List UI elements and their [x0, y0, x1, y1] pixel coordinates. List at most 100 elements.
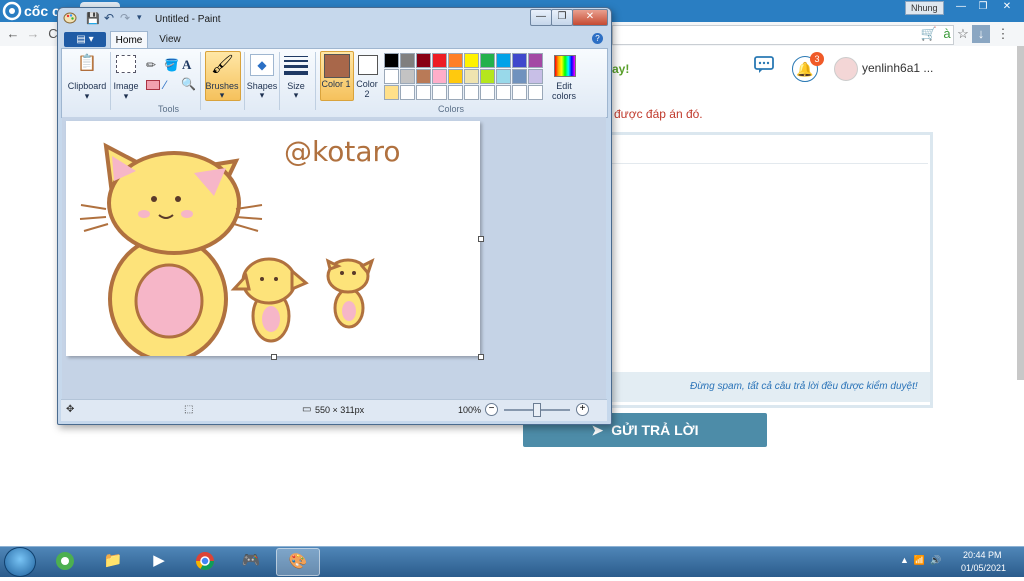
zoom-out-button[interactable]: −	[485, 403, 498, 416]
taskbar-chrome-icon[interactable]	[184, 548, 226, 574]
pencil-icon[interactable]: ✏	[146, 58, 156, 72]
avatar[interactable]	[834, 57, 858, 81]
edit-colors-button[interactable]: Edit colors	[546, 81, 582, 101]
size-icon[interactable]	[284, 56, 308, 75]
save-icon[interactable]: 💾	[86, 12, 100, 25]
close-button[interactable]: ✕	[996, 0, 1018, 14]
palette-color[interactable]	[400, 53, 415, 68]
star-icon[interactable]: ☆	[954, 25, 972, 43]
color-picker-icon[interactable]: ⁄	[164, 78, 166, 92]
palette-color[interactable]	[400, 85, 415, 100]
palette-color[interactable]	[400, 69, 415, 84]
back-icon[interactable]: ←	[4, 25, 22, 43]
zoom-slider-thumb[interactable]	[533, 403, 541, 417]
edit-colors-icon[interactable]	[554, 55, 576, 77]
palette-color[interactable]	[480, 85, 495, 100]
resize-handle-right[interactable]	[478, 236, 484, 242]
taskbar-explorer-icon[interactable]: 📁	[92, 548, 134, 574]
palette-color[interactable]	[432, 85, 447, 100]
palette-color[interactable]	[480, 69, 495, 84]
resize-handle-bottom[interactable]	[271, 354, 277, 360]
paint-minimize-button[interactable]: —	[530, 9, 552, 26]
tab-view[interactable]: View	[152, 31, 188, 48]
palette-color[interactable]	[464, 53, 479, 68]
palette-color[interactable]	[384, 53, 399, 68]
palette-color[interactable]	[384, 85, 399, 100]
palette-color[interactable]	[448, 85, 463, 100]
shapes-icon[interactable]: ◆	[250, 54, 274, 76]
palette-color[interactable]	[464, 85, 479, 100]
taskbar-media-icon[interactable]: ▶	[138, 548, 180, 574]
paint-title: Untitled - Paint	[155, 14, 221, 25]
clock-date[interactable]: 01/05/2021	[961, 563, 1006, 573]
help-icon[interactable]: ?	[592, 33, 603, 44]
zoom-level: 100%	[458, 405, 482, 415]
spam-notice: Đừng spam, tất cả câu trả lời đều được k…	[690, 381, 918, 392]
drawing-canvas[interactable]: @kotaro	[66, 121, 480, 363]
palette-color[interactable]	[480, 53, 495, 68]
color2-swatch[interactable]	[358, 55, 378, 75]
canvas-signature: @kotaro	[284, 135, 401, 168]
palette-color[interactable]	[432, 69, 447, 84]
palette-color[interactable]	[384, 69, 399, 84]
palette-color[interactable]	[448, 53, 463, 68]
maximize-button[interactable]: ❐	[972, 0, 994, 14]
palette-color[interactable]	[512, 85, 527, 100]
select-icon[interactable]	[116, 55, 136, 73]
forward-icon[interactable]: →	[24, 25, 42, 43]
customize-qat-icon[interactable]: ▾	[137, 12, 142, 23]
clock-time[interactable]: 20:44 PM	[963, 550, 1002, 560]
palette-color[interactable]	[496, 85, 511, 100]
start-button[interactable]	[4, 547, 36, 577]
system-tray[interactable]: ▲ 📶 🔊	[900, 555, 941, 566]
page-green-text: ay!	[612, 62, 630, 76]
undo-icon[interactable]: ↶	[104, 11, 114, 25]
fill-icon[interactable]: 🪣	[164, 58, 179, 72]
tab-home[interactable]: Home	[110, 31, 148, 49]
palette-color[interactable]	[528, 85, 543, 100]
paint-close-button[interactable]: ✕	[572, 9, 608, 26]
minimize-button[interactable]: —	[950, 0, 972, 14]
palette-color[interactable]	[528, 53, 543, 68]
resize-handle-corner[interactable]	[478, 354, 484, 360]
address-bar[interactable]	[612, 25, 954, 45]
palette-color[interactable]	[496, 53, 511, 68]
cart-icon[interactable]: 🛒	[920, 25, 938, 43]
palette-color[interactable]	[528, 69, 543, 84]
download-icon[interactable]: ↓	[972, 25, 990, 43]
taskbar-coccoc-icon[interactable]	[44, 548, 86, 574]
palette-color[interactable]	[464, 69, 479, 84]
palette-color[interactable]	[496, 69, 511, 84]
menu-icon[interactable]: ⋮	[994, 25, 1012, 43]
magnifier-icon[interactable]: 🔍	[181, 77, 196, 91]
taskbar-paint-icon[interactable]: 🎨	[276, 548, 320, 576]
taskbar-game-icon[interactable]: 🎮	[230, 548, 272, 574]
image-button[interactable]: Image	[110, 81, 142, 91]
palette-color[interactable]	[448, 69, 463, 84]
clipboard-button[interactable]: Clipboard	[66, 81, 108, 91]
palette-color[interactable]	[416, 53, 431, 68]
page-scrollbar[interactable]	[1017, 46, 1024, 380]
palette-color[interactable]	[512, 53, 527, 68]
profile-badge[interactable]: Nhung	[905, 1, 944, 15]
redo-icon[interactable]: ↷	[120, 11, 130, 25]
palette-color[interactable]	[432, 53, 447, 68]
palette-color[interactable]	[512, 69, 527, 84]
paint-maximize-button[interactable]: ❐	[551, 9, 573, 26]
chat-icon[interactable]	[754, 56, 776, 78]
file-menu-button[interactable]: ▤ ▾	[64, 32, 106, 47]
text-icon[interactable]: A	[182, 57, 191, 73]
paint-app-icon[interactable]	[63, 11, 77, 25]
color1-swatch	[324, 54, 350, 78]
username[interactable]: yenlinh6a1 ...	[862, 61, 933, 75]
color2-label[interactable]: Color 2	[354, 79, 380, 99]
palette-color[interactable]	[416, 85, 431, 100]
canvas-size-icon: ▭	[302, 404, 312, 415]
zoom-in-button[interactable]: +	[576, 403, 589, 416]
reply-editor[interactable]	[606, 132, 933, 408]
palette-color[interactable]	[416, 69, 431, 84]
canvas-dimensions: 550 × 311px	[315, 405, 365, 415]
eraser-icon[interactable]	[146, 80, 160, 90]
answer-text: được đáp án đó.	[614, 107, 703, 121]
clipboard-icon[interactable]: 📋	[75, 53, 99, 77]
